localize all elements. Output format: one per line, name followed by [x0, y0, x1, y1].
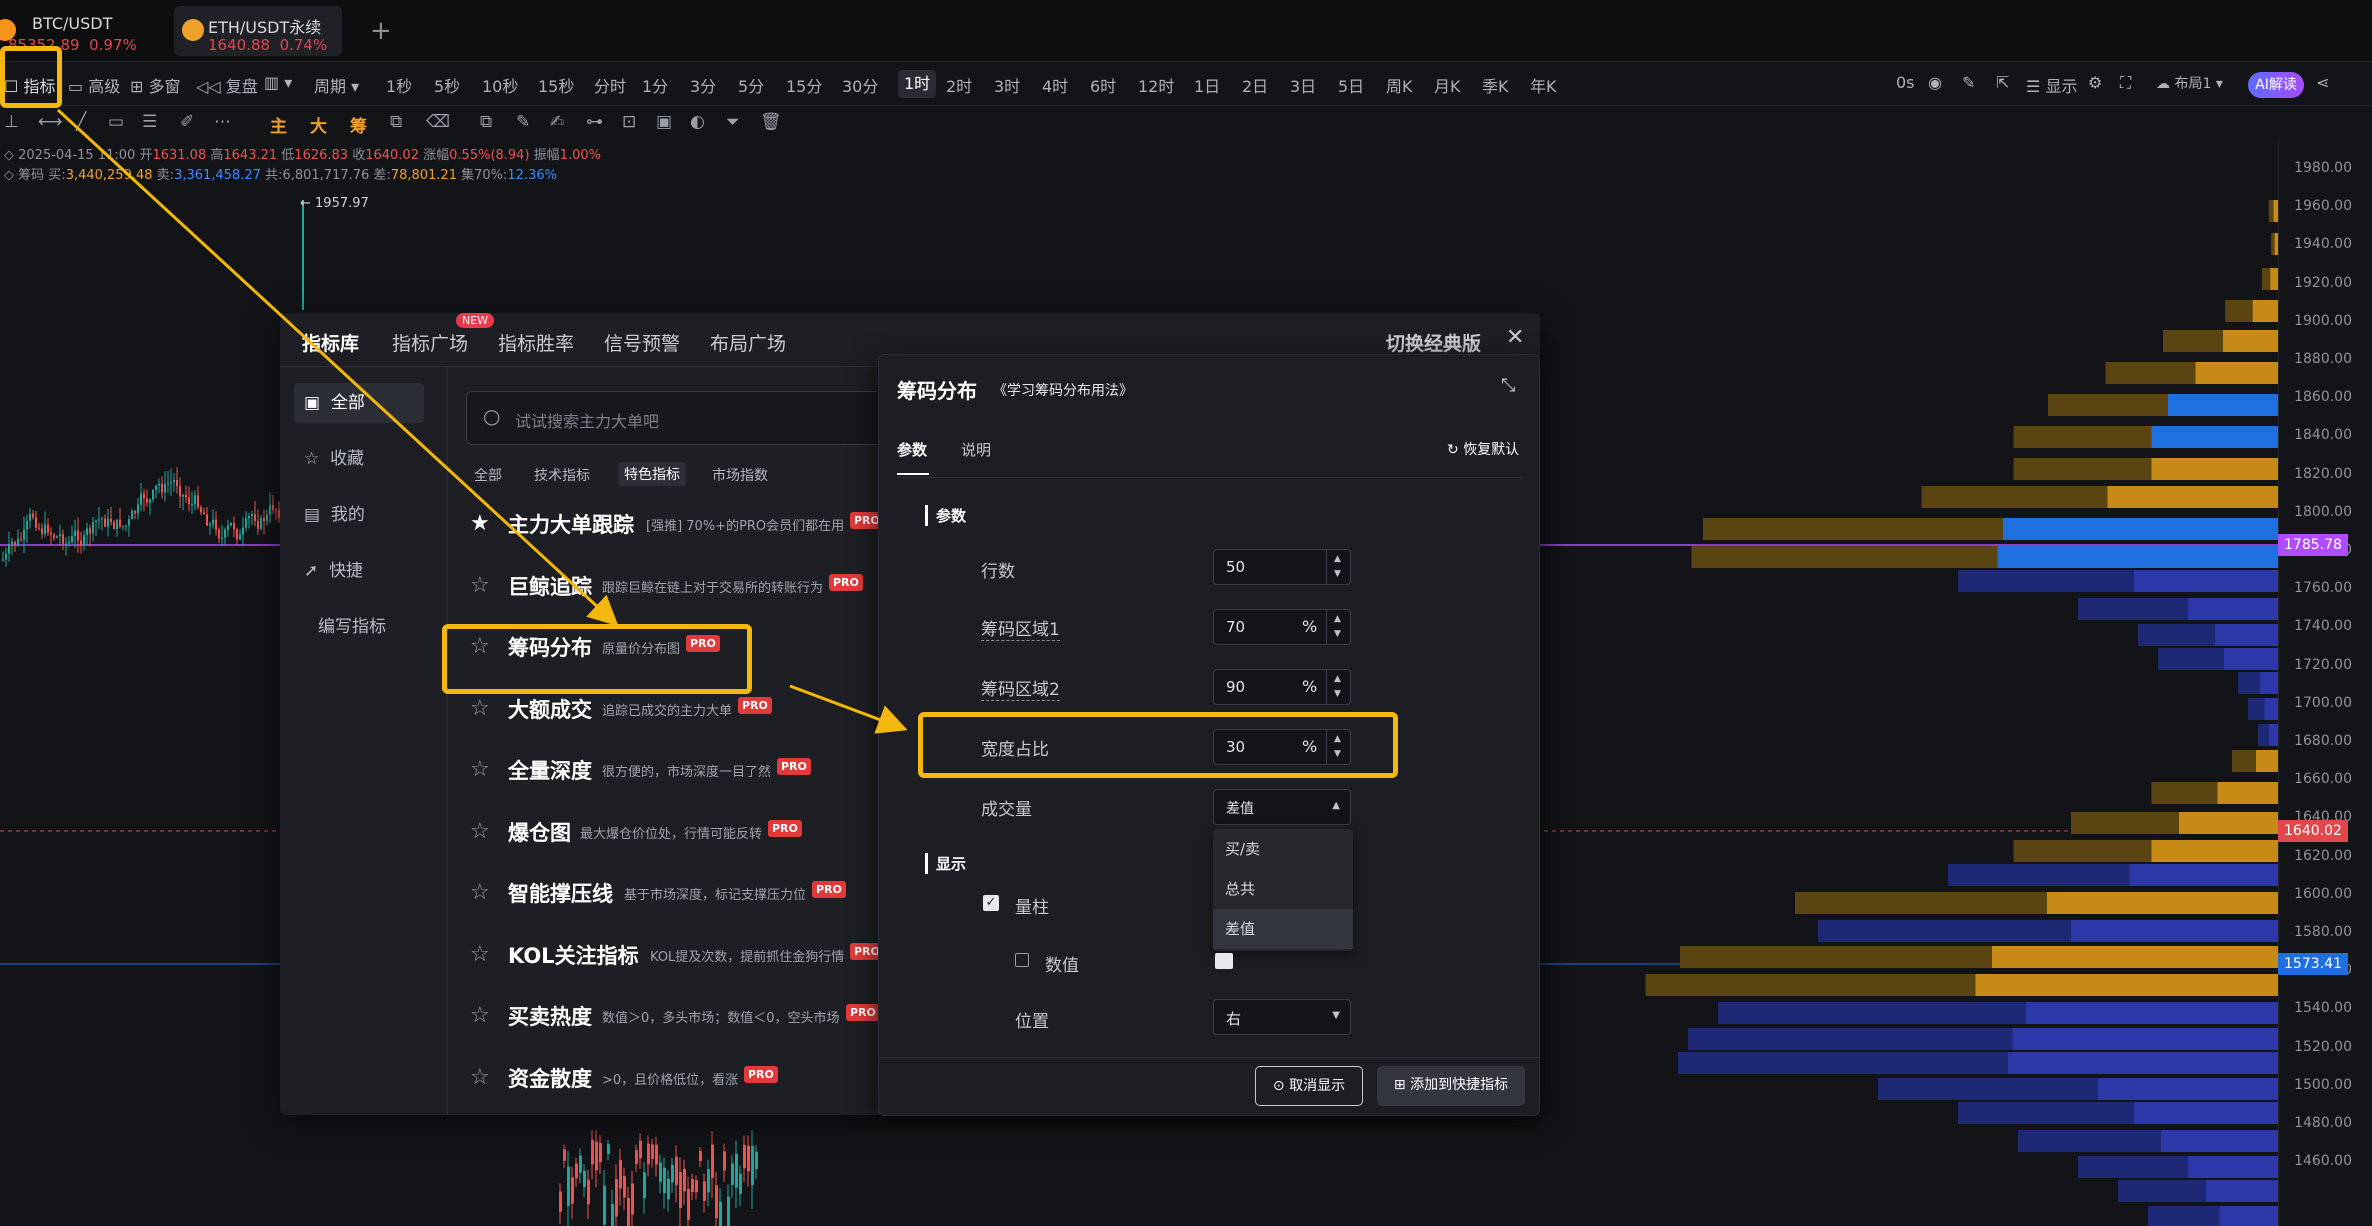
annotation-arrows — [56, 108, 908, 734]
